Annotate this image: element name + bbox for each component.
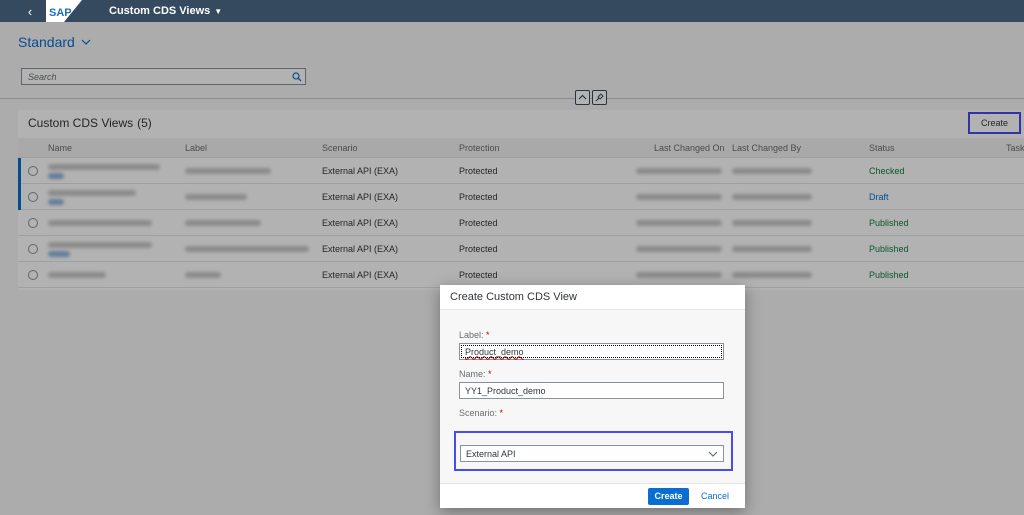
- caret-down-icon: ▼: [214, 6, 223, 16]
- name-input-value: YY1_Product_demo: [465, 385, 546, 396]
- label-field-label-text: Label:: [459, 330, 484, 340]
- scenario-field-label: Scenario: *: [459, 408, 503, 418]
- label-input[interactable]: Product_demo: [459, 343, 724, 360]
- create-custom-cds-view-dialog: Create Custom CDS View Label: * Product_…: [440, 285, 745, 508]
- required-mark: *: [499, 408, 504, 418]
- back-icon[interactable]: ‹: [18, 4, 42, 19]
- name-field-label-text: Name:: [459, 369, 486, 379]
- name-field-label: Name: *: [459, 369, 492, 379]
- required-mark: *: [486, 330, 490, 340]
- scenario-select-value: External API: [466, 448, 516, 459]
- dialog-create-button[interactable]: Create: [647, 487, 689, 505]
- app-title: Custom CDS Views: [109, 5, 211, 17]
- sap-logo[interactable]: SAP: [46, 0, 82, 22]
- chevron-down-icon[interactable]: [708, 449, 718, 459]
- scenario-select[interactable]: External API: [460, 445, 724, 462]
- dialog-footer: Create Cancel: [440, 483, 745, 508]
- dialog-title: Create Custom CDS View: [440, 285, 745, 310]
- label-input-value: Product_demo: [465, 346, 524, 357]
- app-title-menu[interactable]: Custom CDS Views ▼: [109, 5, 222, 17]
- dialog-body: Label: * Product_demo Name: * YY1_Produc…: [440, 310, 745, 483]
- name-input[interactable]: YY1_Product_demo: [459, 382, 724, 399]
- scenario-field-label-text: Scenario:: [459, 408, 498, 418]
- required-mark: *: [488, 369, 492, 379]
- dialog-cancel-button[interactable]: Cancel: [701, 491, 729, 501]
- label-field-label: Label: *: [459, 330, 490, 340]
- shell-bar: ‹ SAP Custom CDS Views ▼: [0, 0, 1024, 22]
- svg-text:SAP: SAP: [49, 7, 72, 19]
